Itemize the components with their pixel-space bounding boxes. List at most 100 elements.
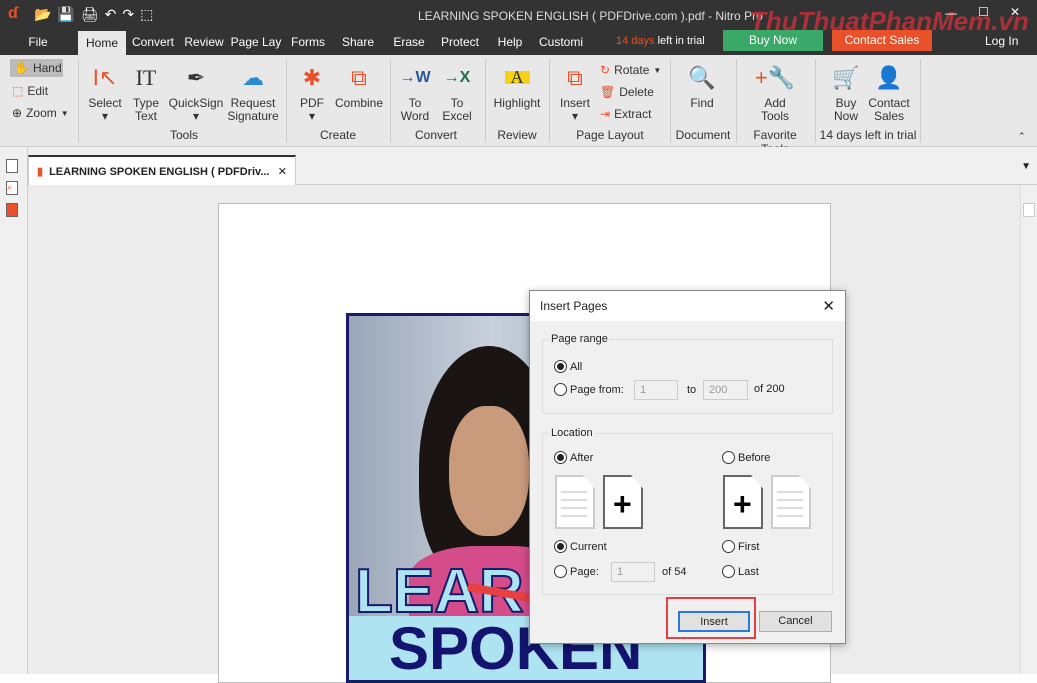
bookmarks-panel-icon[interactable] <box>6 203 18 217</box>
quicksign-button[interactable]: ✒ QuickSign ▾ <box>168 59 224 123</box>
collapse-ribbon-icon[interactable]: ⌃ <box>1018 131 1026 142</box>
rotate-label: Rotate <box>614 63 650 77</box>
tab-forms[interactable]: Forms <box>284 30 332 55</box>
page-number-input[interactable]: 1 <box>611 562 655 582</box>
radio-current[interactable]: Current <box>554 540 607 553</box>
word-icon: →W <box>399 68 431 86</box>
request-signature-button[interactable]: ☁ Request Signature <box>226 59 280 123</box>
hand-tool[interactable]: ✋ Hand <box>10 59 63 77</box>
pen-icon: ✒ <box>186 64 206 90</box>
radio-first[interactable]: First <box>722 540 759 553</box>
to-excel-label: To Excel <box>442 96 472 123</box>
select-icon: I↖ <box>92 64 118 90</box>
inserted-page-after-icon: + <box>603 475 643 529</box>
extract-button[interactable]: ⇥ Extract <box>600 107 651 121</box>
edit-tool[interactable]: ⬚ Edit <box>12 84 48 98</box>
dialog-close-button[interactable]: ✕ <box>822 297 835 315</box>
group-convert: Convert <box>414 128 458 142</box>
group-tools: Tools <box>169 128 198 142</box>
to-excel-button[interactable]: →X To Excel <box>438 59 476 123</box>
from-page-input[interactable]: 1 <box>634 380 678 400</box>
edit-icon: ⬚ <box>12 84 24 98</box>
highlight-label: Highlight <box>493 96 541 110</box>
delete-label: Delete <box>619 85 654 99</box>
tab-list-dropdown-icon[interactable]: ▼ <box>1021 161 1031 172</box>
find-label: Find <box>690 96 714 110</box>
window-title: LEARNING SPOKEN ENGLISH ( PDFDrive.com )… <box>418 9 763 23</box>
cart-icon: 🛒 <box>832 64 860 90</box>
extract-icon: ⇥ <box>600 107 611 121</box>
to-word-label: To Word <box>400 96 430 123</box>
insert-button[interactable]: Insert <box>678 611 750 632</box>
group-trial: 14 days left in trial <box>819 128 917 142</box>
tab-customize[interactable]: Customi <box>536 30 586 55</box>
login-link[interactable]: Log In <box>985 34 1018 48</box>
close-tab-icon[interactable]: ✕ <box>278 165 287 178</box>
page-range-label: Page range <box>551 333 608 345</box>
delete-button[interactable]: 🗑 Delete <box>600 85 654 99</box>
minimize-button[interactable]: — <box>945 6 957 20</box>
to-page-input[interactable]: 200 <box>703 380 748 400</box>
buy-now-label: Buy Now <box>833 96 858 123</box>
current-label: Current <box>570 540 607 553</box>
radio-page[interactable]: Page: <box>554 565 599 578</box>
insert-pages-icon: ⧉ <box>567 64 583 90</box>
radio-after[interactable]: After <box>554 451 593 464</box>
pages-panel-icon[interactable] <box>6 159 18 173</box>
existing-page-icon-2 <box>771 475 811 529</box>
file-menu[interactable]: File <box>18 30 58 55</box>
find-button[interactable]: 🔍 Find <box>682 59 722 110</box>
group-page-layout: Page Layout <box>576 128 644 142</box>
close-button[interactable]: ✕ <box>1010 5 1020 19</box>
existing-page-icon <box>555 475 595 529</box>
vertical-scrollbar[interactable] <box>1020 185 1037 674</box>
type-text-button[interactable]: IT Type Text <box>128 59 164 123</box>
trial-text: left in trial <box>657 35 705 47</box>
insert-button[interactable]: ⧉ Insert ▾ <box>556 59 594 123</box>
rotate-button[interactable]: ↻ Rotate ▼ <box>600 63 661 77</box>
title-bar: ɗ 📂💾🖨↶↷⬚ LEARNING SPOKEN ENGLISH ( PDFDr… <box>0 0 1037 36</box>
combine-label: Combine <box>334 96 384 110</box>
tab-erase[interactable]: Erase <box>386 30 432 55</box>
nitro-logo-icon: ɗ <box>8 5 18 22</box>
buy-now-ribbon-button[interactable]: 🛒 Buy Now <box>826 59 866 123</box>
highlight-button[interactable]: A Highlight <box>490 59 544 110</box>
tab-help[interactable]: Help <box>488 30 532 55</box>
add-tools-button[interactable]: + 🔧 Add Tools <box>752 59 798 123</box>
dialog-title-bar: Insert Pages ✕ <box>530 291 845 321</box>
quick-access-toolbar[interactable]: 📂💾🖨↶↷⬚ <box>34 6 159 23</box>
pdf-button[interactable]: ✱ PDF ▾ <box>292 59 332 123</box>
maximize-button[interactable]: ☐ <box>978 5 989 19</box>
select-button[interactable]: I↖ Select ▾ <box>86 59 124 123</box>
tab-review[interactable]: Review <box>180 30 228 55</box>
contact-sales-button[interactable]: Contact Sales <box>832 30 932 51</box>
zoom-label: Zoom <box>26 106 57 120</box>
radio-all[interactable]: All <box>554 360 582 373</box>
total-pages-label: of 200 <box>754 383 785 395</box>
excel-icon: →X <box>443 68 471 86</box>
menu-bar: File Home Convert Review Page Lay Forms … <box>0 30 1037 57</box>
dialog-title: Insert Pages <box>540 299 608 313</box>
all-label: All <box>570 360 583 373</box>
buy-now-button[interactable]: Buy Now <box>723 30 823 51</box>
radio-last[interactable]: Last <box>722 565 759 578</box>
tab-page-layout[interactable]: Page Lay <box>230 30 282 55</box>
cancel-button[interactable]: Cancel <box>759 611 832 632</box>
radio-before[interactable]: Before <box>722 451 770 464</box>
left-sidebar: ⌕ <box>0 147 28 674</box>
zoom-tool[interactable]: ⊕ Zoom ▼ <box>12 106 69 120</box>
tab-share[interactable]: Share <box>334 30 382 55</box>
support-agent-icon: 👤 <box>875 64 903 90</box>
combine-button[interactable]: ⧉ Combine <box>334 59 384 110</box>
radio-page-from[interactable]: Page from: <box>554 383 624 396</box>
contact-sales-ribbon-button[interactable]: 👤 Contact Sales <box>866 59 912 123</box>
tab-home[interactable]: Home <box>78 31 126 57</box>
document-tab-title: LEARNING SPOKEN ENGLISH ( PDFDriv... <box>49 165 270 178</box>
scrollbar-thumb[interactable] <box>1023 203 1035 217</box>
document-tab[interactable]: ▮ LEARNING SPOKEN ENGLISH ( PDFDriv... ✕ <box>28 155 296 186</box>
search-panel-icon[interactable]: ⌕ <box>6 181 18 195</box>
tab-convert[interactable]: Convert <box>128 30 178 55</box>
tab-protect[interactable]: Protect <box>436 30 484 55</box>
to-word-button[interactable]: →W To Word <box>396 59 434 123</box>
rotate-icon: ↻ <box>600 63 611 77</box>
